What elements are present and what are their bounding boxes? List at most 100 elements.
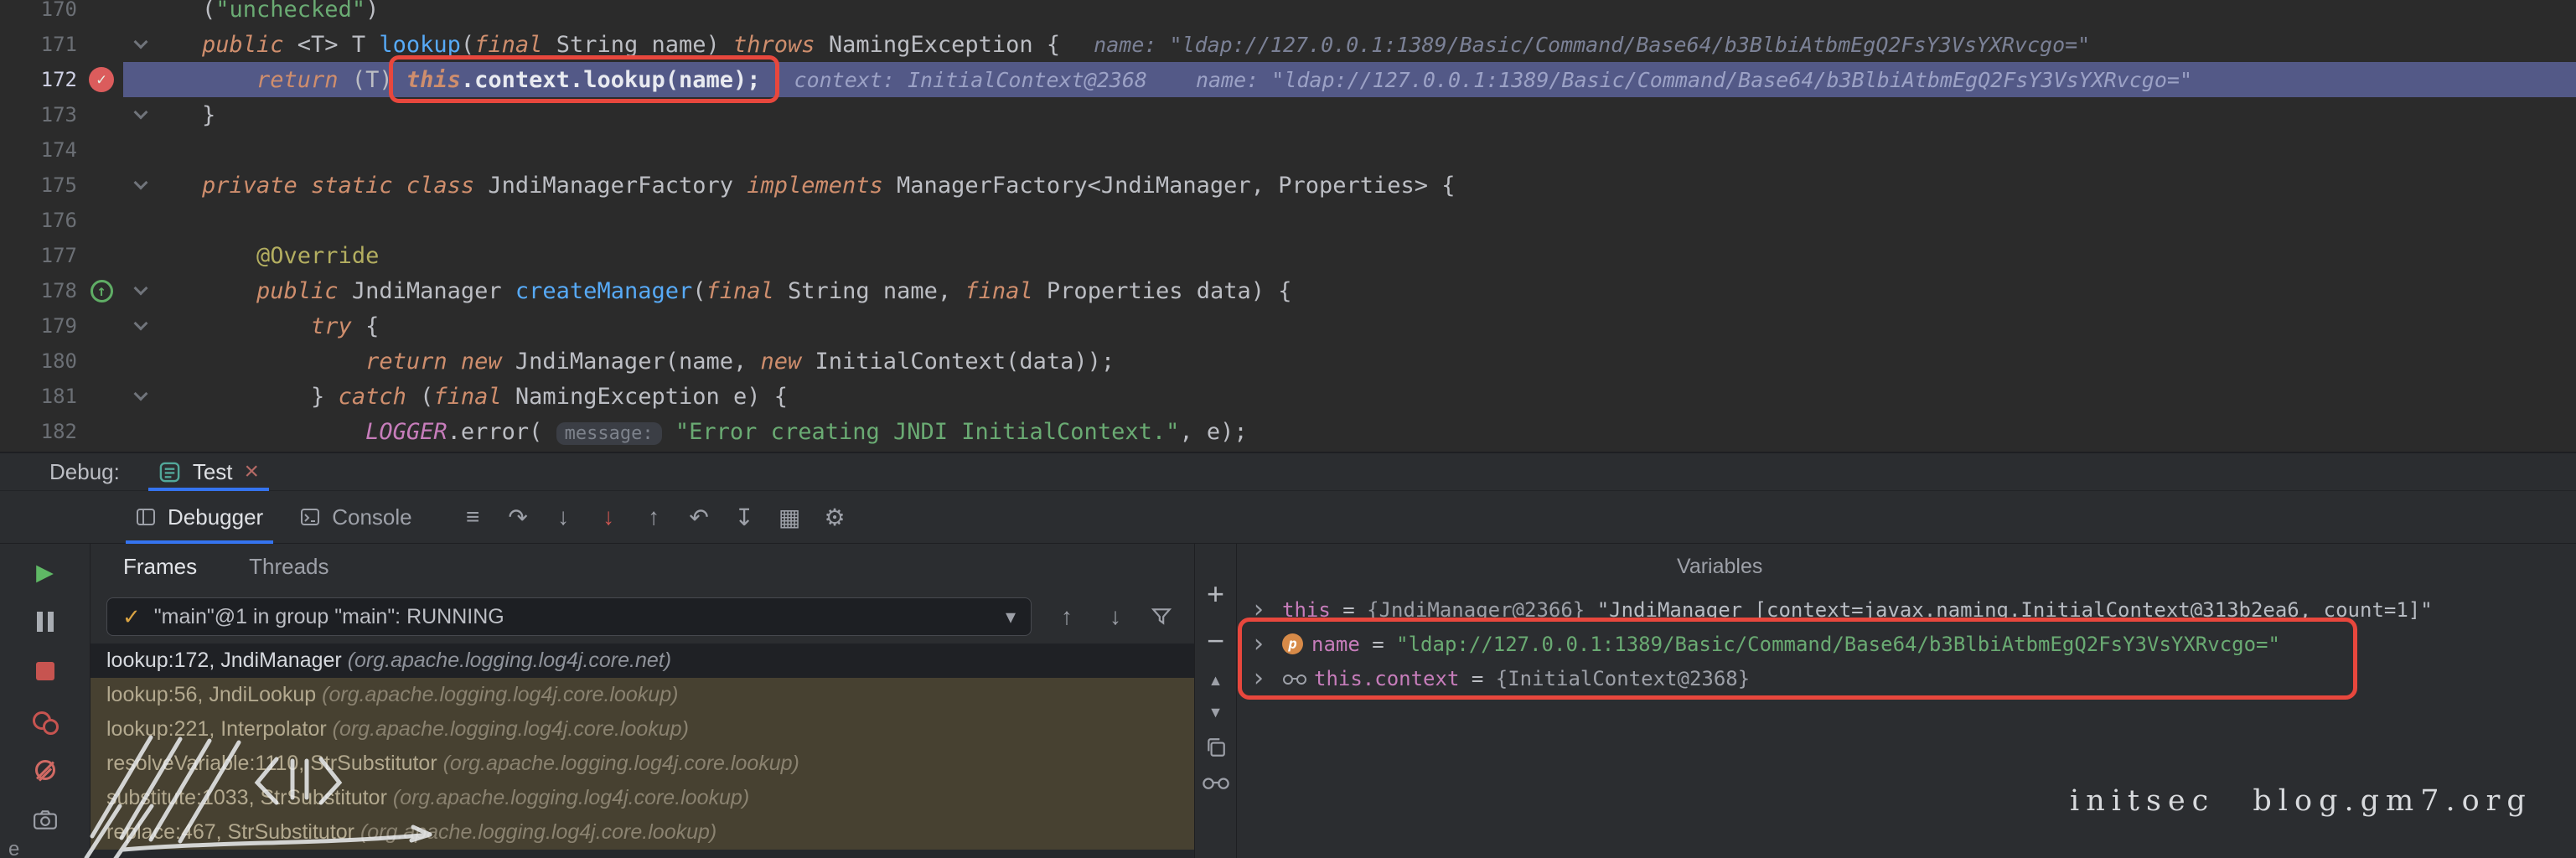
debug-toolwindow-header: Debug: Test × xyxy=(0,453,2576,491)
line-number[interactable]: 177 xyxy=(0,244,77,267)
line-number[interactable]: 170 xyxy=(0,0,77,21)
line-number[interactable]: 180 xyxy=(0,349,77,373)
code-line-179: 179 try { xyxy=(0,308,2576,344)
scroll-down-button[interactable]: ▼ xyxy=(1208,705,1223,720)
thread-dump-camera-button[interactable] xyxy=(32,806,59,833)
tab-console[interactable]: Console xyxy=(282,491,430,543)
inline-debugger-hint: name: "ldap://127.0.0.1:1389/Basic/Comma… xyxy=(1094,33,2090,57)
line-number[interactable]: 179 xyxy=(0,314,77,338)
frames-threads-tabs: Frames Threads xyxy=(91,544,1194,590)
ide-window: 170("unchecked")171public <T> T lookup(f… xyxy=(0,0,2576,858)
code-line-180: 180 return new JndiManager(name, new Ini… xyxy=(0,344,2576,379)
run-to-cursor-button[interactable]: ↧ xyxy=(731,504,758,531)
frame-row[interactable]: lookup:172, JndiManager (org.apache.logg… xyxy=(91,644,1194,678)
test-config-icon xyxy=(158,461,181,483)
code-text: LOGGER.error( message: "Error creating J… xyxy=(202,419,1248,445)
step-over-button[interactable]: ↷ xyxy=(504,504,532,531)
watermark-text: initsec blog.gm7.org xyxy=(2070,784,2532,818)
frame-row[interactable]: replace:467, StrSubstitutor (org.apache.… xyxy=(91,815,1194,850)
resume-button[interactable]: ▶ xyxy=(32,559,59,586)
code-editor[interactable]: 170("unchecked")171public <T> T lookup(f… xyxy=(0,0,2576,452)
breakpoint-icon[interactable] xyxy=(89,67,114,92)
variables-panel-title: Variables xyxy=(1677,555,1762,579)
thread-selector-row: ✓ "main"@1 in group "main": RUNNING ▾ ↑ … xyxy=(91,590,1194,644)
frame-row[interactable]: lookup:221, Interpolator (org.apache.log… xyxy=(91,712,1194,747)
code-text: @Override xyxy=(202,243,379,269)
editor-lines: 170("unchecked")171public <T> T lookup(f… xyxy=(0,0,2576,449)
chevron-right-icon[interactable]: › xyxy=(1254,664,1282,693)
fold-icon[interactable] xyxy=(134,282,148,296)
pause-button[interactable] xyxy=(32,608,59,635)
filter-funnel-icon[interactable] xyxy=(1151,606,1177,628)
chevron-down-icon[interactable]: ▾ xyxy=(1006,605,1016,629)
fold-icon[interactable] xyxy=(134,176,148,190)
clipped-character: e xyxy=(8,838,19,858)
code-text: return (T) this.context.lookup(name);con… xyxy=(202,67,2192,93)
chevron-right-icon[interactable]: › xyxy=(1254,595,1282,624)
debugger-tab-label: Debugger xyxy=(168,504,263,530)
line-number[interactable]: 178 xyxy=(0,279,77,302)
copy-icon[interactable] xyxy=(1205,737,1227,758)
tab-frames[interactable]: Frames xyxy=(123,554,197,580)
parameter-icon: p xyxy=(1282,633,1303,654)
fold-icon[interactable] xyxy=(134,35,148,49)
tab-debugger[interactable]: Debugger xyxy=(117,491,282,543)
code-line-173: 173} xyxy=(0,97,2576,132)
override-method-icon[interactable]: ↑ xyxy=(91,280,113,302)
drop-frame-button[interactable]: ↶ xyxy=(685,504,713,531)
line-number[interactable]: 181 xyxy=(0,385,77,408)
fold-icon[interactable] xyxy=(134,387,148,401)
code-line-181: 181 } catch (final NamingException e) { xyxy=(0,379,2576,414)
variable-row[interactable]: ›this.context = {InitialContext@2368} xyxy=(1238,661,2576,695)
mute-breakpoints-button[interactable] xyxy=(32,757,59,783)
view-breakpoints-grid-button[interactable]: ▦ xyxy=(776,504,804,531)
frame-row[interactable]: resolveVariable:1110, StrSubstitutor (or… xyxy=(91,747,1194,781)
settings-gear-button[interactable]: ⚙ xyxy=(821,504,849,531)
add-watch-button[interactable]: + xyxy=(1207,579,1224,609)
fold-icon[interactable] xyxy=(134,317,148,331)
debug-side-toolbar: ▶ xyxy=(0,544,91,858)
scroll-up-button[interactable]: ▲ xyxy=(1208,673,1223,688)
code-line-176: 176 xyxy=(0,203,2576,238)
frame-row[interactable]: substitute:1033, StrSubstitutor (org.apa… xyxy=(91,781,1194,815)
console-tab-label: Console xyxy=(332,504,411,530)
thread-dropdown-value: "main"@1 in group "main": RUNNING xyxy=(154,605,992,629)
view-breakpoints-button[interactable] xyxy=(32,707,59,734)
line-number[interactable]: 173 xyxy=(0,103,77,127)
watch-glasses-icon xyxy=(1282,672,1307,685)
code-line-182: 182 LOGGER.error( message: "Error creati… xyxy=(0,414,2576,449)
remove-watch-button[interactable]: − xyxy=(1207,626,1224,656)
frames-panel: Frames Threads ✓ "main"@1 in group "main… xyxy=(91,544,1194,858)
run-tab-label: Test xyxy=(193,459,233,485)
chevron-right-icon[interactable]: › xyxy=(1254,629,1282,659)
line-number[interactable]: 175 xyxy=(0,173,77,197)
force-step-into-button[interactable]: ↓ xyxy=(595,504,623,531)
variables-list: ›this = {JndiManager@2366} "JndiManager … xyxy=(1238,592,2576,695)
debug-label: Debug: xyxy=(49,459,120,485)
tab-threads[interactable]: Threads xyxy=(249,554,328,580)
show-watches-icon[interactable] xyxy=(1202,775,1230,790)
close-tab-icon[interactable]: × xyxy=(245,459,260,484)
frame-up-button[interactable]: ↑ xyxy=(1053,603,1080,630)
run-tab-test[interactable]: Test × xyxy=(148,453,269,490)
fold-icon[interactable] xyxy=(134,106,148,120)
layout-menu-icon[interactable]: ≡ xyxy=(459,504,487,531)
line-number[interactable]: 182 xyxy=(0,420,77,443)
code-text: public JndiManager createManager(final S… xyxy=(202,278,1292,304)
line-number[interactable]: 172 xyxy=(0,68,77,91)
console-tab-icon xyxy=(300,507,320,527)
step-into-button[interactable]: ↓ xyxy=(550,504,577,531)
frames-list: lookup:172, JndiManager (org.apache.logg… xyxy=(91,644,1194,858)
frame-down-button[interactable]: ↓ xyxy=(1102,603,1129,630)
step-out-button[interactable]: ↑ xyxy=(640,504,668,531)
inline-debugger-hint: name: "ldap://127.0.0.1:1389/Basic/Comma… xyxy=(1196,68,2192,92)
line-number[interactable]: 174 xyxy=(0,138,77,162)
stop-button[interactable] xyxy=(32,658,59,685)
variable-row[interactable]: ›this = {JndiManager@2366} "JndiManager … xyxy=(1238,592,2576,627)
frame-row[interactable]: lookup:56, JndiLookup (org.apache.loggin… xyxy=(91,678,1194,712)
line-number[interactable]: 176 xyxy=(0,209,77,232)
debugger-toolbar: Debugger Console ≡ ↷ ↓ ↓ ↑ ↶ ↧ ▦ ⚙ xyxy=(0,491,2576,544)
line-number[interactable]: 171 xyxy=(0,33,77,56)
variable-row[interactable]: ›pname = "ldap://127.0.0.1:1389/Basic/Co… xyxy=(1238,627,2576,661)
thread-dropdown[interactable]: ✓ "main"@1 in group "main": RUNNING ▾ xyxy=(106,597,1032,636)
